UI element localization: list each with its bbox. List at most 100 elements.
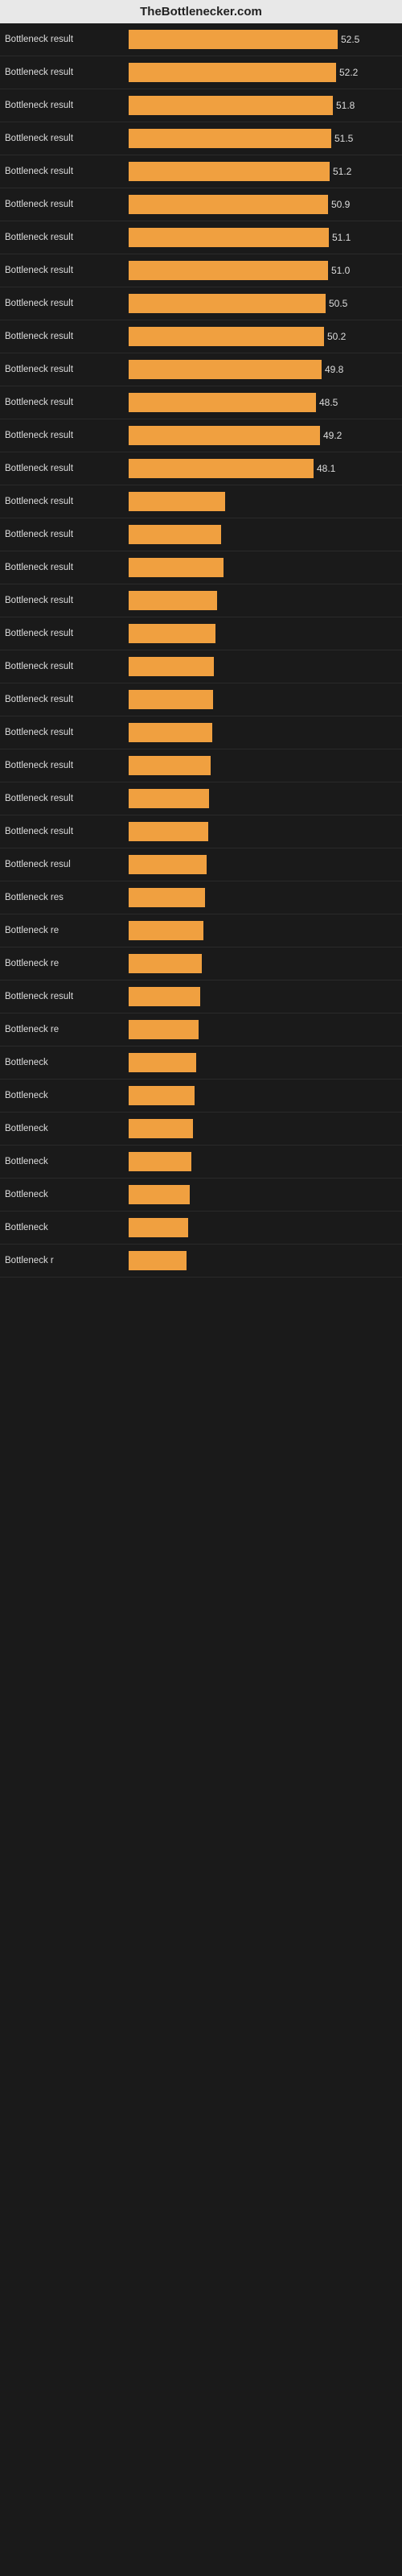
row-label: Bottleneck result [0, 431, 129, 440]
list-item: Bottleneck result 50.5 [0, 287, 402, 320]
row-label: Bottleneck result [0, 332, 129, 341]
list-item: Bottleneck resul [0, 848, 402, 881]
bar-fill [129, 327, 324, 346]
list-item: Bottleneck result 51.5 [0, 122, 402, 155]
list-item: Bottleneck result 52.2 [0, 56, 402, 89]
list-item: Bottleneck res [0, 881, 402, 914]
bar-value: 48.1 [317, 463, 335, 474]
list-item: Bottleneck result 51.2 [0, 155, 402, 188]
row-label: Bottleneck result [0, 530, 129, 539]
row-label: Bottleneck result [0, 761, 129, 770]
row-label: Bottleneck [0, 1190, 129, 1199]
row-label: Bottleneck result [0, 464, 129, 473]
row-label: Bottleneck [0, 1157, 129, 1166]
row-label: Bottleneck result [0, 596, 129, 605]
list-item: Bottleneck result [0, 782, 402, 815]
list-item: Bottleneck result50.2 [0, 320, 402, 353]
row-label: Bottleneck result [0, 101, 129, 110]
bar-fill [129, 360, 322, 379]
bar-fill [129, 30, 338, 49]
row-label: Bottleneck result [0, 794, 129, 803]
row-label: Bottleneck result [0, 497, 129, 506]
bar-fill [129, 624, 215, 643]
bar-value: 50.5 [329, 298, 347, 309]
bar-fill [129, 657, 214, 676]
bar-fill [129, 756, 211, 775]
list-item: Bottleneck re [0, 947, 402, 980]
list-item: Bottleneck re [0, 914, 402, 947]
row-label: Bottleneck re [0, 1025, 129, 1034]
bar-fill [129, 426, 320, 445]
row-label: Bottleneck result [0, 629, 129, 638]
list-item: Bottleneck [0, 1179, 402, 1212]
row-label: Bottleneck [0, 1058, 129, 1067]
bar-value: 52.5 [341, 34, 359, 45]
row-label: Bottleneck result [0, 563, 129, 572]
bar-fill [129, 1185, 190, 1204]
list-item: Bottleneck [0, 1212, 402, 1245]
row-label: Bottleneck result [0, 134, 129, 143]
bars-container: Bottleneck result 52.5 Bottleneck result 52… [0, 23, 402, 1278]
bar-value: 51.2 [333, 166, 351, 177]
bar-fill [129, 855, 207, 874]
site-title: TheBottlenecker.com [0, 0, 402, 23]
bar-fill [129, 558, 224, 577]
list-item: Bottleneck result [0, 584, 402, 617]
row-label: Bottleneck r [0, 1256, 129, 1265]
list-item: Bottleneck result51.8 [0, 89, 402, 122]
bar-fill [129, 822, 208, 841]
row-label: Bottleneck result [0, 68, 129, 77]
list-item: Bottleneck result49.2 [0, 419, 402, 452]
bar-fill [129, 63, 336, 82]
bar-fill [129, 1020, 199, 1039]
row-label: Bottleneck resul [0, 860, 129, 869]
bar-value: 51.5 [334, 133, 353, 144]
row-label: Bottleneck res [0, 893, 129, 902]
bar-value: 52.2 [339, 67, 358, 78]
bar-fill [129, 129, 331, 148]
bar-fill [129, 228, 329, 247]
bar-fill [129, 294, 326, 313]
row-label: Bottleneck result [0, 728, 129, 737]
bar-fill [129, 492, 225, 511]
list-item: Bottleneck result 49.8 [0, 353, 402, 386]
row-label: Bottleneck result [0, 167, 129, 176]
bar-fill [129, 723, 212, 742]
list-item: Bottleneck r [0, 1245, 402, 1278]
bar-fill [129, 591, 217, 610]
row-label: Bottleneck result [0, 398, 129, 407]
list-item: Bottleneck result 48.1 [0, 452, 402, 485]
list-item: Bottleneck result [0, 518, 402, 551]
list-item: Bottleneck result [0, 749, 402, 782]
bar-fill [129, 954, 202, 973]
bar-value: 49.8 [325, 364, 343, 375]
row-label: Bottleneck [0, 1091, 129, 1100]
list-item: Bottleneck [0, 1146, 402, 1179]
list-item: Bottleneck [0, 1113, 402, 1146]
row-label: Bottleneck [0, 1124, 129, 1133]
row-label: Bottleneck result [0, 35, 129, 44]
row-label: Bottleneck result [0, 233, 129, 242]
bar-fill [129, 789, 209, 808]
row-label: Bottleneck re [0, 926, 129, 935]
list-item: Bottleneck result [0, 815, 402, 848]
row-label: Bottleneck result [0, 992, 129, 1001]
row-label: Bottleneck result [0, 266, 129, 275]
list-item: Bottleneck result 48.5 [0, 386, 402, 419]
bar-fill [129, 162, 330, 181]
bar-value: 48.5 [319, 397, 338, 408]
list-item: Bottleneck result [0, 551, 402, 584]
bar-fill [129, 1251, 187, 1270]
row-label: Bottleneck result [0, 365, 129, 374]
bar-value: 51.1 [332, 232, 351, 243]
list-item: Bottleneck result [0, 683, 402, 716]
bar-fill [129, 525, 221, 544]
row-label: Bottleneck result [0, 200, 129, 209]
list-item: Bottleneck re [0, 1013, 402, 1046]
bar-fill [129, 888, 205, 907]
bar-fill [129, 1053, 196, 1072]
bar-value: 51.0 [331, 265, 350, 276]
row-label: Bottleneck re [0, 959, 129, 968]
bar-fill [129, 261, 328, 280]
row-label: Bottleneck result [0, 299, 129, 308]
